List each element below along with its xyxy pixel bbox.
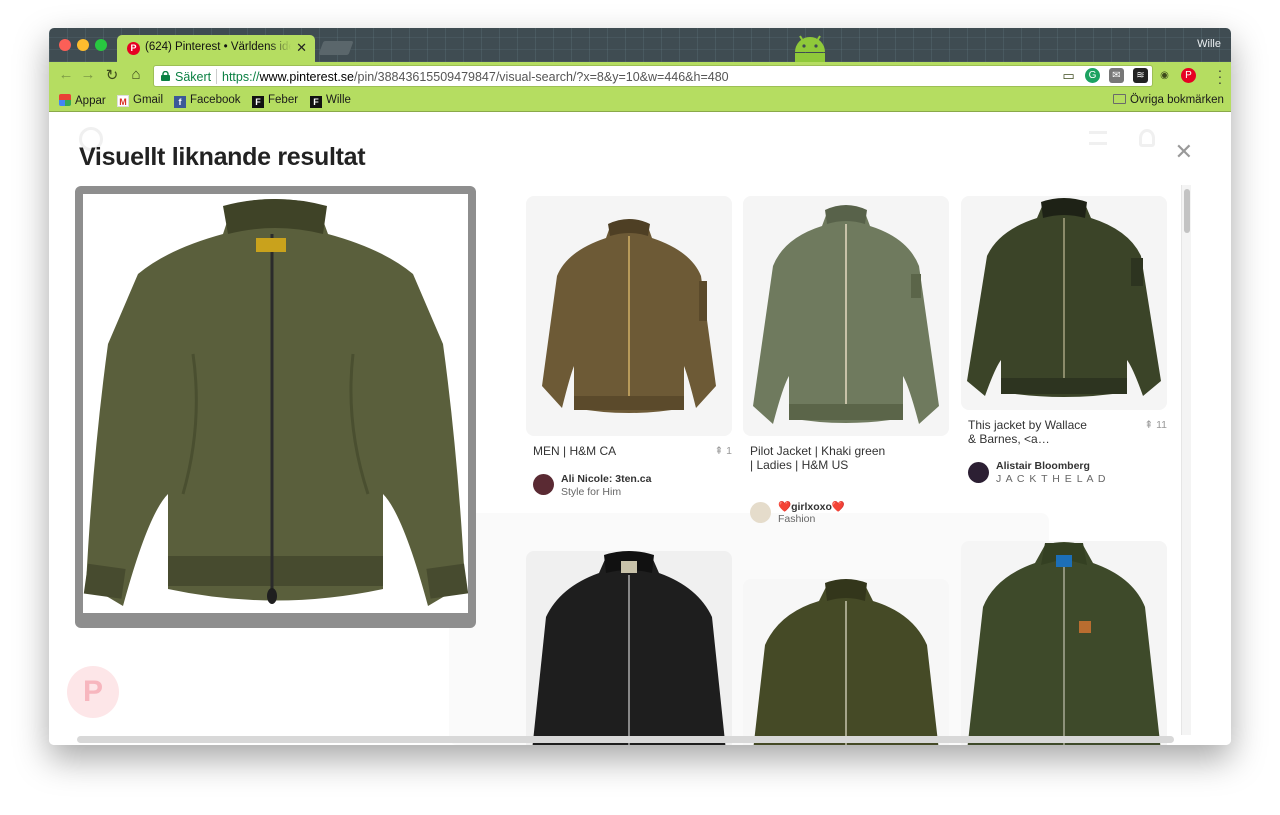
grammarly-extension-icon[interactable]: G — [1085, 68, 1100, 83]
pinterest-logo-icon[interactable]: P — [67, 666, 119, 718]
layers-extension-icon[interactable]: ≋ — [1133, 68, 1148, 83]
apps-grid-icon — [59, 94, 71, 106]
pin-board-name[interactable]: Fashion — [778, 513, 815, 525]
green-track-jacket-image — [967, 542, 1161, 745]
bookmark-facebook[interactable]: f Facebook — [174, 94, 241, 108]
satin-olive-bomber-jacket-image — [753, 579, 939, 745]
khaki-bomber-jacket-image — [753, 205, 939, 424]
result-pin-2[interactable]: Pilot Jacket | Khaki green | Ladies | H&… — [743, 196, 949, 526]
forward-arrow-icon[interactable]: → — [79, 66, 97, 83]
bg-profile-icon — [1139, 129, 1155, 147]
result-pin-6[interactable] — [961, 541, 1167, 745]
bookmark-label: Wille — [326, 94, 351, 106]
browser-tab[interactable]: P (624) Pinterest • Världens idéka ✕ — [117, 35, 315, 62]
pin-user-name[interactable]: Ali Nicole: 3ten.ca — [561, 473, 651, 485]
pin-save-icon: ⇞ — [1144, 419, 1157, 431]
results-scrollbar[interactable] — [1181, 185, 1191, 735]
pinterest-favicon-icon: P — [127, 42, 140, 55]
bookmark-apps[interactable]: Appar — [59, 94, 106, 107]
pin-image[interactable] — [526, 196, 732, 436]
visual-search-selection[interactable] — [75, 186, 476, 628]
scrollbar-thumb[interactable] — [1184, 189, 1190, 233]
pin-image[interactable] — [743, 196, 949, 436]
bookmark-label: Appar — [75, 95, 106, 107]
olive-bomber-jacket-image — [542, 219, 716, 413]
lock-icon — [161, 71, 170, 81]
pin-title[interactable]: Pilot Jacket | Khaki green | Ladies | H&… — [750, 444, 890, 472]
pin-image[interactable] — [961, 196, 1167, 410]
bookmark-gmail[interactable]: M Gmail — [117, 94, 163, 107]
pin-count-value: 11 — [1156, 419, 1167, 431]
avatar[interactable] — [968, 462, 989, 483]
reload-icon[interactable]: ↻ — [103, 66, 121, 84]
cast-icon[interactable]: ▭ — [1061, 68, 1076, 83]
olive-bomber-jacket-image — [83, 199, 469, 606]
bookmark-wille[interactable]: F Wille — [310, 94, 351, 108]
horizontal-scrollbar[interactable] — [77, 736, 1174, 743]
home-icon[interactable]: ⌂ — [127, 66, 145, 83]
new-tab-button[interactable] — [318, 41, 354, 55]
pin-image[interactable] — [743, 579, 949, 745]
pinterest-extension-icon[interactable]: P — [1181, 68, 1196, 83]
pin-count-value: 1 — [726, 445, 732, 457]
pin-board-name[interactable]: Style for Him — [561, 486, 621, 498]
folder-icon — [1113, 94, 1126, 104]
bookmark-label: Feber — [268, 94, 299, 106]
secure-label: Säkert — [175, 70, 212, 84]
close-icon[interactable]: ✕ — [1175, 139, 1193, 165]
gmail-icon: M — [117, 95, 129, 107]
url-host: www.pinterest.se — [259, 70, 355, 84]
other-bookmarks-folder[interactable]: Övriga bokmärken — [1113, 94, 1224, 106]
result-pin-5[interactable] — [743, 579, 949, 745]
pin-title[interactable]: MEN | H&M CA — [533, 444, 693, 458]
facebook-icon: f — [174, 96, 186, 108]
pin-save-count: ⇞ 1 — [714, 445, 732, 457]
pin-save-count: ⇞ 11 — [1144, 419, 1167, 431]
pin-user-name[interactable]: Alistair Bloomberg — [996, 460, 1090, 472]
result-pin-3[interactable]: This jacket by Wallace & Barnes, <a… ⇞ 1… — [961, 196, 1167, 496]
bg-menu-icon — [1089, 131, 1107, 145]
pin-board-name[interactable]: J A C K T H E L A D — [996, 473, 1106, 485]
address-bar[interactable]: Säkert https://www.pinterest.se/pin/3884… — [153, 65, 1153, 87]
pin-image[interactable] — [961, 541, 1167, 745]
black-leather-bomber-jacket-image — [532, 551, 726, 745]
bookmark-label: Facebook — [190, 94, 241, 106]
bookmark-label: Gmail — [133, 94, 164, 106]
url-path: /pin/388436155094798​47/visual-search/?x… — [354, 70, 729, 84]
avatar[interactable] — [533, 474, 554, 495]
title-bar: P (624) Pinterest • Världens idéka ✕ Wil… — [49, 28, 1231, 62]
pinterest-page: Visuellt liknande resultat ✕ MEN | H&M C… — [49, 113, 1231, 745]
url-divider — [216, 69, 217, 84]
browser-toolbar: ← → ↻ ⌂ Säkert https://www.pinterest.se/… — [49, 62, 1231, 90]
mail-extension-icon[interactable]: ✉ — [1109, 68, 1124, 83]
eye-extension-icon[interactable]: ◉ — [1157, 68, 1172, 83]
tab-title: (624) Pinterest • Världens idéka — [145, 41, 291, 53]
maximize-window-button[interactable] — [95, 39, 107, 51]
bookmarks-bar: Appar M Gmail f Facebook F Feber F Wille Övr… — [49, 90, 1231, 112]
bookmark-feber[interactable]: F Feber — [252, 94, 298, 108]
close-window-button[interactable] — [59, 39, 71, 51]
url-scheme: https:// — [222, 70, 260, 84]
profile-name[interactable]: Wille — [1197, 38, 1221, 50]
pin-image[interactable] — [526, 551, 732, 745]
result-pin-1[interactable]: MEN | H&M CA ⇞ 1 Ali Nicole: 3ten.ca Sty… — [526, 196, 732, 506]
chrome-menu-icon[interactable]: · · · — [1217, 63, 1223, 89]
tab-close-icon[interactable]: ✕ — [296, 40, 307, 56]
url-text[interactable]: https://www.pinterest.se/pin/38843615509… — [222, 70, 729, 84]
pin-user-name[interactable]: ❤️girlxoxo❤️ — [778, 500, 845, 513]
android-theme-icon — [795, 35, 825, 62]
feber-icon: F — [310, 96, 322, 108]
modal-title: Visuellt liknande resultat — [79, 143, 366, 171]
result-pin-4[interactable] — [526, 551, 732, 745]
selected-jacket-image — [83, 194, 469, 613]
avatar[interactable] — [750, 502, 771, 523]
minimize-window-button[interactable] — [77, 39, 89, 51]
feber-icon: F — [252, 96, 264, 108]
pin-title[interactable]: This jacket by Wallace & Barnes, <a… — [968, 418, 1098, 446]
browser-window: P (624) Pinterest • Världens idéka ✕ Wil… — [49, 28, 1231, 745]
back-arrow-icon[interactable]: ← — [57, 66, 75, 83]
dark-green-bomber-jacket-image — [967, 198, 1161, 397]
other-bookmarks-label: Övriga bokmärken — [1130, 94, 1224, 106]
pin-save-icon: ⇞ — [714, 445, 727, 457]
